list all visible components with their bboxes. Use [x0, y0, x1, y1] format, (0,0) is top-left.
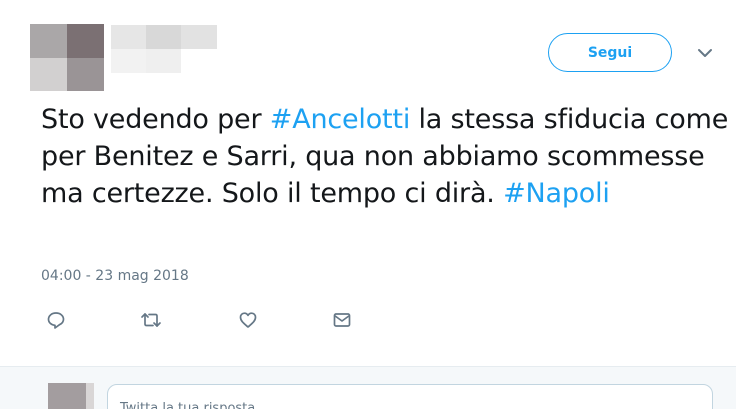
reply-icon[interactable] — [44, 308, 68, 332]
retweet-icon[interactable] — [139, 308, 163, 332]
avatar-pixel — [67, 58, 104, 91]
tweet-timestamp[interactable]: 04:00 - 23 mag 2018 — [41, 268, 189, 284]
name-pixel — [146, 25, 181, 49]
hashtag-link-napoli[interactable]: #Napoli — [503, 178, 610, 209]
follow-button[interactable]: Segui — [548, 33, 672, 72]
tweet-card: Segui Sto vedendo per #Ancelotti la stes… — [0, 0, 736, 409]
avatar-pixel — [48, 383, 86, 409]
envelope-icon[interactable] — [330, 308, 354, 332]
name-pixel — [181, 25, 217, 49]
name-pixel — [111, 49, 146, 73]
name-pixel — [181, 49, 217, 73]
display-name-redacted[interactable] — [111, 25, 217, 73]
reply-input[interactable]: Twitta la tua risposta — [107, 384, 713, 409]
avatar-pixel — [86, 383, 94, 409]
tweet-text-segment: Sto vedendo per — [41, 104, 270, 135]
reply-composer: Twitta la tua risposta — [0, 367, 736, 409]
tweet-text: Sto vedendo per #Ancelotti la stessa sfi… — [41, 101, 731, 212]
heart-icon[interactable] — [236, 308, 260, 332]
chevron-down-icon[interactable] — [694, 43, 716, 63]
avatar-pixel — [30, 58, 67, 91]
avatar-pixel — [67, 24, 104, 58]
avatar — [48, 383, 94, 409]
name-pixel — [146, 49, 181, 73]
avatar[interactable] — [30, 24, 104, 91]
name-pixel — [111, 25, 146, 49]
avatar-pixel — [30, 24, 67, 58]
hashtag-link-ancelotti[interactable]: #Ancelotti — [270, 104, 411, 135]
